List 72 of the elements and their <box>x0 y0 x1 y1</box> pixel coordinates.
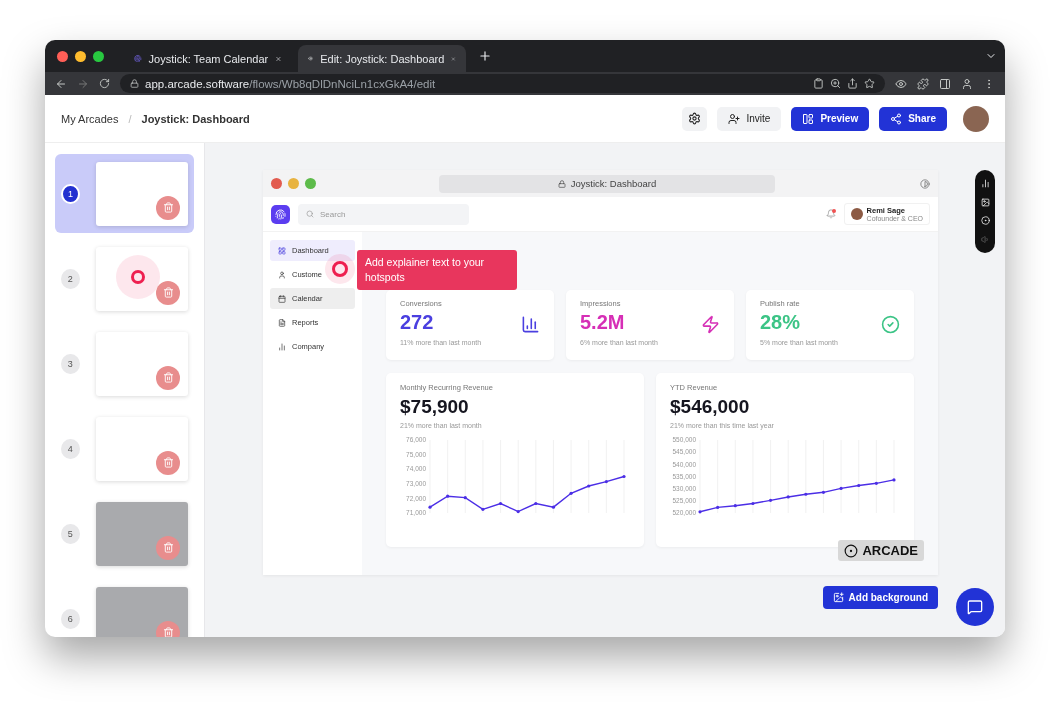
bar-chart-icon <box>521 315 540 334</box>
record-icon[interactable] <box>980 216 990 226</box>
maximize-window-dot <box>305 178 316 189</box>
stat-value: 5.2M <box>580 311 625 334</box>
preview-button[interactable]: Preview <box>791 106 870 131</box>
breadcrumb-current: Joystick: Dashboard <box>141 112 250 125</box>
new-tab-icon[interactable] <box>478 49 492 63</box>
user-plus-icon <box>728 112 741 125</box>
layout-icon <box>802 112 815 125</box>
hotspot-tooltip: Add explainer text to your hotspots <box>357 250 517 290</box>
profile-icon[interactable] <box>961 77 973 90</box>
app-icon <box>134 53 142 64</box>
eye-icon <box>308 53 314 64</box>
minimize-window-dot <box>288 178 299 189</box>
calendar-icon <box>278 294 286 303</box>
image-icon[interactable] <box>980 197 990 207</box>
document-icon <box>278 318 286 327</box>
lock-icon <box>130 79 139 88</box>
close-window-dot[interactable] <box>57 50 68 62</box>
breadcrumb-separator: / <box>128 112 132 125</box>
lock-icon <box>557 179 566 188</box>
lightning-icon <box>701 315 720 334</box>
share-button[interactable]: Share <box>879 106 947 131</box>
close-window-dot <box>271 178 282 189</box>
share-icon <box>890 112 903 125</box>
browser-tab[interactable]: Edit: Joystick: Dashboard <box>298 45 466 72</box>
reload-icon[interactable] <box>99 78 110 89</box>
slide-number: 3 <box>61 353 80 374</box>
clipboard-icon[interactable] <box>813 78 824 89</box>
chat-icon[interactable] <box>967 599 983 615</box>
user-avatar[interactable] <box>963 105 989 132</box>
search-icon <box>306 210 314 218</box>
person-icon <box>278 270 286 279</box>
stat-value: 28% <box>760 311 801 334</box>
side-panel-icon[interactable] <box>939 77 951 90</box>
slide-number: 2 <box>61 268 80 289</box>
maximize-window-dot[interactable] <box>93 50 104 62</box>
chart-value: $546,000 <box>670 396 750 418</box>
address-bar[interactable]: app.arcade.software/flows/Wb8qDlDnNciLn1cxGkA4/edit <box>120 74 885 93</box>
url-path: /flows/Wb8qDlDnNciLn1cxGkA4/edit <box>249 77 436 90</box>
stat-value: 272 <box>400 311 434 334</box>
eye-icon[interactable] <box>895 77 907 90</box>
image-icon[interactable] <box>832 592 844 603</box>
star-icon[interactable] <box>864 78 875 89</box>
chart-icon[interactable] <box>980 178 990 188</box>
chat-button[interactable] <box>956 588 994 626</box>
back-icon[interactable] <box>55 77 67 90</box>
bell-icon[interactable] <box>825 209 836 219</box>
app-logo <box>271 204 290 224</box>
settings-button[interactable] <box>682 106 708 131</box>
check-circle-icon <box>881 315 900 334</box>
slide-number: 4 <box>61 438 80 459</box>
invite-button[interactable]: Invite <box>717 106 782 131</box>
disc-icon <box>844 543 859 558</box>
browser-tab[interactable]: Joystick: Team Calendar <box>124 45 292 72</box>
page-title: Joystick: Dashboard <box>570 178 657 189</box>
gear-icon <box>688 112 702 125</box>
hotspot-marker[interactable] <box>325 254 355 284</box>
zoom-icon[interactable] <box>830 78 841 89</box>
slide-number: 6 <box>61 608 80 629</box>
grid-icon <box>278 246 286 255</box>
share-icon[interactable] <box>847 78 858 89</box>
arcade-badge[interactable]: ARCADE <box>838 540 924 561</box>
puzzle-icon[interactable] <box>917 77 929 90</box>
add-background-button[interactable]: Add background <box>822 586 938 609</box>
slide-number: 1 <box>61 183 80 204</box>
slide-number: 5 <box>61 523 80 544</box>
chart-value: $75,900 <box>400 396 469 418</box>
url-host: app.arcade.software <box>145 77 250 90</box>
breadcrumb-link[interactable]: My Arcades <box>61 112 119 125</box>
bar-chart-icon <box>278 342 286 351</box>
minimize-window-dot[interactable] <box>75 50 86 62</box>
